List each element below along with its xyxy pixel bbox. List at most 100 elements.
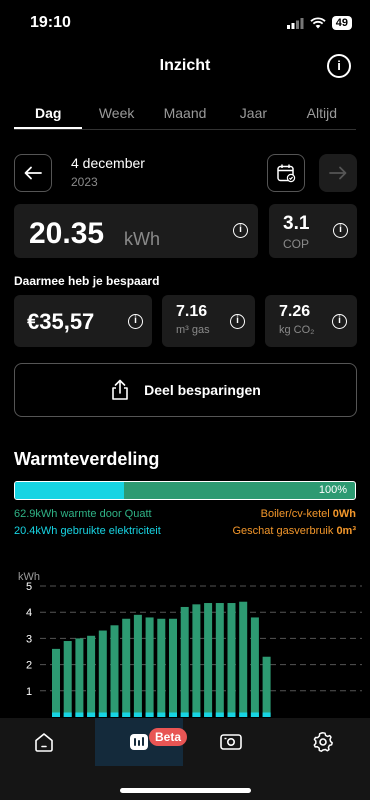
info-icon[interactable]: i [333,223,348,238]
date-title: 4 december [71,155,145,171]
status-icons: 49 [286,16,352,30]
energy-card: 20.35 kWh i [14,204,258,258]
chart-bar-electricity [87,712,96,717]
chart-y-tick-label: 2 [26,660,32,672]
distribution-fill-electricity [15,482,124,499]
legend-boiler: Boiler/cv-ketel 0Wh [261,508,356,520]
tab-altijd[interactable]: Altijd [288,100,356,129]
legend-electricity: 20.4kWh gebruikte elektriciteit [14,525,161,537]
chart-bar-heat [192,604,201,717]
chart-bar-heat [227,603,236,717]
chart-bar-electricity [63,712,72,717]
chart-bar-electricity [215,712,224,717]
energy-bar-chart: kWh 12345 [18,571,362,717]
info-icon[interactable]: i [230,314,245,329]
info-icon[interactable]: i [332,314,347,329]
chart-bar-heat [145,617,154,717]
signal-icon [286,17,304,29]
insights-icon [130,734,148,750]
chart-bar-electricity [133,712,142,717]
calendar-icon [277,164,296,183]
chart-bar-heat [122,618,131,717]
savings-euro-card: €35,57 i [14,295,152,347]
page-header: Inzicht i [0,52,370,80]
status-time: 19:10 [30,14,71,31]
legend-electricity-value: 20.4kWh [14,525,58,537]
legend-boiler-text: Boiler/cv-ketel [260,508,330,520]
tab-jaar[interactable]: Jaar [219,100,287,129]
share-savings-button[interactable]: Deel besparingen [14,363,357,417]
nav-home[interactable] [0,718,88,766]
chart-bar-electricity [98,712,107,717]
nav-settings[interactable] [279,718,367,766]
energy-unit: kWh [124,229,160,249]
cop-value: 3.1 [283,213,310,234]
legend-gas-value: 0m³ [336,525,356,537]
legend-heat-text: warmte door Quatt [60,508,152,520]
date-year: 2023 [71,175,98,189]
savings-co2-card: 7.26 kg CO₂ i [265,295,357,347]
energy-value: 20.35 [29,217,105,250]
chart-bar-heat [87,635,96,717]
chart-bar-heat [52,648,60,717]
chart-bar-heat [157,618,166,717]
arrow-right-icon [329,166,347,180]
cop-card: 3.1 COP i [269,204,357,258]
nav-device[interactable] [187,718,275,766]
chart-y-tick-label: 1 [26,686,32,698]
chart-bar-heat [239,601,248,717]
legend-gas: Geschat gasverbruik 0m³ [232,525,356,537]
legend-electricity-text: gebruikte elektriciteit [60,525,161,537]
legend-gas-text: Geschat gasverbruik [232,525,334,537]
section-title: Warmteverdeling [14,449,160,469]
wifi-icon [310,17,326,29]
chart-bar-electricity [157,712,166,717]
info-icon[interactable]: i [128,314,143,329]
home-icon [35,733,53,752]
chart-bar-heat [98,630,107,717]
chart-bar-electricity [262,712,271,717]
chart-y-tick-label: 5 [26,581,32,593]
battery-indicator: 49 [331,16,352,30]
distribution-bar: 100% [14,481,356,500]
tab-dag[interactable]: Dag [14,100,83,129]
chart-bar-electricity [145,712,154,717]
chart-bar-electricity [110,712,119,717]
savings-gas-unit: m³ gas [176,324,210,336]
beta-badge: Beta [149,728,188,746]
chart-bar-heat [63,641,72,717]
tab-week[interactable]: Week [82,100,150,129]
nav-insights[interactable]: Beta [95,718,188,766]
chart-bar-electricity [250,712,259,717]
chart-bar-heat [180,606,189,717]
share-savings-label: Deel besparingen [144,382,261,398]
tab-maand[interactable]: Maand [151,100,219,129]
chart-bar-heat [169,618,177,717]
cop-label: COP [283,237,310,251]
chart-bar-electricity [227,712,236,717]
chart-bar-heat [133,614,142,717]
previous-day-button[interactable] [14,154,52,192]
savings-gas-card: 7.16 m³ gas i [162,295,255,347]
home-indicator [120,788,251,793]
savings-gas-value: 7.16 [176,303,208,320]
next-day-button[interactable] [319,154,357,192]
legend-boiler-value: 0Wh [332,508,356,520]
savings-co2-unit: kg CO₂ [279,324,315,336]
savings-euro-value: €35,57 [27,309,95,334]
info-icon[interactable]: i [233,223,248,238]
share-icon [112,379,128,400]
chart-bar-electricity [204,712,213,717]
savings-co2-value: 7.26 [279,303,311,320]
chart-bar-heat [215,603,224,717]
chart-bar-heat [250,617,259,717]
page-title: Inzicht [159,57,211,74]
chart-bar-electricity [52,712,60,717]
chart-bar-electricity [180,712,189,717]
status-bar: 19:10 49 [0,0,370,46]
savings-heading: Daarmee heb je bespaard [14,274,160,288]
chart-bar-heat [110,625,119,717]
settings-icon [313,732,333,752]
info-icon[interactable]: i [327,54,351,78]
calendar-button[interactable] [267,154,305,192]
